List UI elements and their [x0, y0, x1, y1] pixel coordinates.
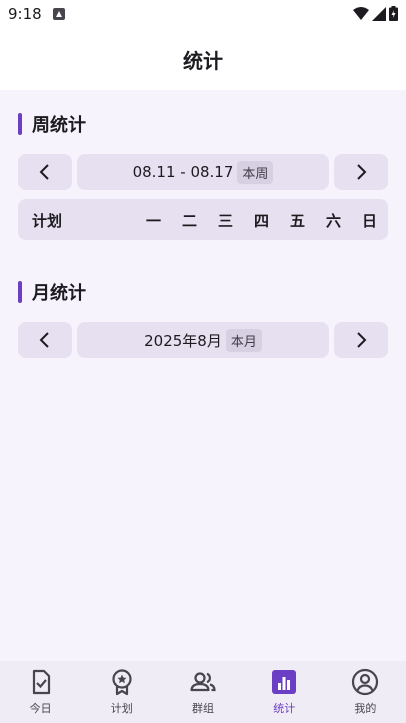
- prev-week-button[interactable]: [18, 154, 72, 190]
- nav-label-stats: 统计: [273, 702, 296, 715]
- wifi-icon: [353, 6, 369, 20]
- day-header-sun: 日: [362, 212, 378, 230]
- chevron-right-icon: [357, 164, 367, 180]
- month-text: 2025年8月: [144, 331, 222, 350]
- page-title: 统计: [183, 48, 223, 73]
- nav-item-mine[interactable]: 我的: [325, 661, 406, 723]
- nav-label-today: 今日: [29, 702, 52, 715]
- battery-icon: [389, 6, 398, 21]
- day-header-sat: 六: [326, 212, 342, 230]
- section-accent-bar: [18, 281, 22, 303]
- chevron-left-icon: [39, 164, 49, 180]
- week-range-display: 08.11 - 08.17 本周: [77, 154, 329, 190]
- status-time: 9:18: [8, 5, 42, 23]
- next-week-button[interactable]: [334, 154, 388, 190]
- plan-column-header: 计划: [32, 212, 63, 230]
- nav-item-plan[interactable]: 计划: [81, 661, 162, 723]
- month-section-label: 月统计: [32, 283, 86, 304]
- group-people-icon: [190, 672, 216, 692]
- month-nav: 2025年8月 本月: [18, 322, 388, 358]
- nav-item-stats[interactable]: 统计: [244, 661, 325, 723]
- plan-badge-icon: [112, 669, 132, 696]
- next-month-button[interactable]: [334, 322, 388, 358]
- status-bar: 9:18: [0, 0, 406, 28]
- nav-label-mine: 我的: [354, 702, 377, 715]
- week-range-text: 08.11 - 08.17: [132, 163, 234, 181]
- chevron-left-icon: [39, 332, 49, 348]
- chevron-right-icon: [357, 332, 367, 348]
- cellular-signal-icon: [372, 6, 386, 21]
- status-icons: [353, 6, 398, 21]
- section-accent-bar: [18, 113, 22, 135]
- current-week-tag[interactable]: 本周: [237, 160, 274, 184]
- week-range-nav: 08.11 - 08.17 本周: [18, 154, 388, 190]
- nav-item-group[interactable]: 群组: [162, 661, 243, 723]
- current-month-tag[interactable]: 本月: [225, 328, 262, 352]
- day-header-thu: 四: [254, 212, 270, 230]
- week-section-title: 周统计: [18, 112, 86, 136]
- week-table-header: 计划 一 二 三 四 五 六 日: [18, 199, 388, 240]
- week-section-label: 周统计: [32, 115, 86, 136]
- nav-item-today[interactable]: 今日: [0, 661, 81, 723]
- day-header-mon: 一: [146, 212, 162, 230]
- month-display: 2025年8月 本月: [77, 322, 329, 358]
- prev-month-button[interactable]: [18, 322, 72, 358]
- day-header-fri: 五: [290, 212, 306, 230]
- day-header-tue: 二: [182, 212, 198, 230]
- app-bar: 统计: [0, 28, 406, 90]
- bottom-navigation: 今日 计划 群组 统计 我的: [0, 661, 406, 723]
- day-header-wed: 三: [218, 212, 234, 230]
- nav-label-group: 群组: [192, 702, 214, 715]
- month-section-title: 月统计: [18, 280, 86, 304]
- today-check-icon: [32, 669, 50, 695]
- notification-app-icon: [53, 8, 65, 20]
- nav-label-plan: 计划: [110, 702, 133, 715]
- profile-person-icon: [352, 668, 379, 696]
- stats-bar-icon: [272, 670, 297, 694]
